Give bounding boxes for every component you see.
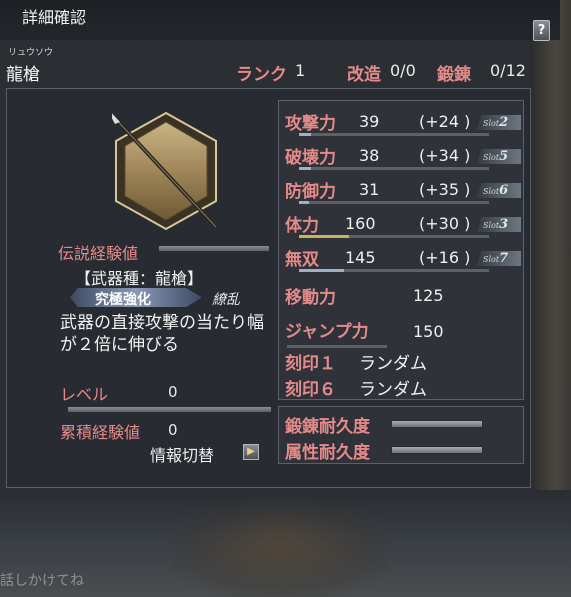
stat-value: 160	[345, 214, 376, 233]
stat-bonus: (+30 )	[419, 214, 471, 233]
durability-bar	[391, 446, 483, 454]
stat-bar	[299, 269, 489, 272]
durability-label: 鍛錬耐久度	[285, 417, 370, 437]
stat-row-destruction: 破壊力 38 (+34 ) Slot5	[279, 139, 525, 173]
seal-value: ランダム	[359, 354, 427, 374]
info-toggle-label[interactable]: 情報切替	[150, 442, 214, 466]
skill-label: 究極強化	[95, 292, 151, 308]
level-value: 0	[168, 383, 178, 401]
seal-label: 刻印６	[285, 380, 336, 400]
legend-exp-label: 伝説経験値	[58, 244, 139, 263]
durability-label: 属性耐久度	[285, 443, 370, 463]
cumulative-exp-value: 0	[168, 421, 178, 439]
move-label: 移動力	[285, 288, 336, 308]
cumulative-exp-label: 累積経験値	[60, 423, 141, 442]
jump-label: ジャンプ力	[285, 322, 369, 342]
stat-label: 無双	[285, 250, 319, 270]
window-title: 詳細確認	[22, 8, 87, 27]
weapon-type: 【武器種：龍槍】	[75, 269, 204, 288]
stat-row-jump: ジャンプ力 150	[279, 313, 525, 348]
rank-label: ランク	[236, 65, 287, 85]
tanren-value: 0/12	[490, 61, 526, 80]
stats-panel: 攻撃力 39 (+24 ) Slot2 破壊力 38 (+34 ) Slot5 …	[278, 100, 524, 400]
stat-bar	[299, 235, 489, 238]
stat-row-health: 体力 160 (+30 ) Slot3	[279, 207, 525, 241]
stat-bar	[299, 201, 489, 204]
slot-badge: Slot5	[477, 149, 521, 164]
slot-badge: Slot6	[477, 183, 521, 198]
stat-value: 31	[359, 180, 380, 199]
slot-badge: Slot7	[477, 251, 521, 266]
weapon-name: 龍槍	[6, 65, 40, 85]
rank-value: 1	[295, 61, 306, 80]
info-toggle-arrow-icon[interactable]: ▶	[243, 444, 259, 460]
level-label: レベル	[60, 385, 109, 404]
slot-badge: Slot2	[477, 115, 521, 130]
title-bar: 詳細確認 ?	[0, 0, 560, 41]
move-value: 125	[413, 286, 444, 305]
seal-value: ランダム	[359, 380, 427, 400]
tanren-label: 鍛錬	[437, 65, 471, 85]
background-blob	[170, 500, 390, 597]
durability-panel: 鍛錬耐久度 属性耐久度	[278, 406, 524, 464]
stat-label: 破壊力	[285, 148, 336, 168]
jump-bar	[287, 345, 387, 348]
stat-row-move: 移動力 125	[279, 279, 525, 313]
jump-value: 150	[413, 322, 444, 341]
kaizo-value: 0/0	[390, 61, 416, 80]
slot-badge: Slot3	[477, 217, 521, 232]
stat-bonus: (+24 )	[419, 112, 471, 131]
stat-bar	[299, 167, 489, 170]
weapon-furigana: リュウソウ	[8, 48, 54, 58]
stat-bar	[299, 133, 489, 136]
level-bar	[67, 406, 272, 413]
skill-description: 武器の直接攻撃の当たり幅が２倍に伸びる	[60, 313, 264, 355]
stat-row-attack: 攻撃力 39 (+24 ) Slot2	[279, 105, 525, 139]
legend-exp-bar	[158, 245, 270, 252]
help-button[interactable]: ?	[533, 20, 550, 41]
weapon-icon	[106, 107, 220, 232]
seal-label: 刻印１	[285, 354, 336, 374]
stat-value: 39	[359, 112, 380, 131]
durability-bar	[391, 420, 483, 428]
stat-row-defense: 防御力 31 (+35 ) Slot6	[279, 173, 525, 207]
npc-prompt-text: 話しかけてね	[0, 573, 84, 589]
stat-bonus: (+34 )	[419, 146, 471, 165]
stat-label: 攻撃力	[285, 114, 336, 134]
skill-name: 繚乱	[212, 292, 240, 308]
stat-bonus: (+35 )	[419, 180, 471, 199]
stat-label: 体力	[285, 216, 319, 236]
stat-value: 145	[345, 248, 376, 267]
kaizo-label: 改造	[347, 65, 381, 85]
stat-bonus: (+16 )	[419, 248, 471, 267]
stat-value: 38	[359, 146, 380, 165]
stat-label: 防御力	[285, 182, 336, 202]
stat-row-musou: 無双 145 (+16 ) Slot7	[279, 241, 525, 275]
